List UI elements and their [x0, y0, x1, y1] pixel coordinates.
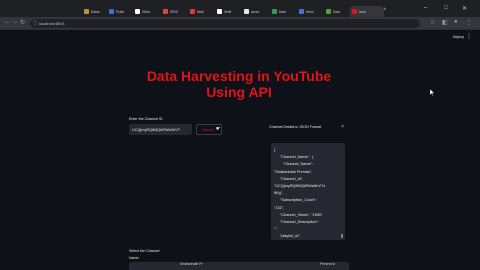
tab-favicon-icon — [109, 9, 114, 14]
panel-title: Channel Details in JSON Format — [269, 125, 322, 129]
json-line: "Channel_Id": — [280, 176, 304, 181]
tab-label: Heroi — [306, 9, 314, 14]
channel-id-input[interactable]: UCQjmyRQ8MQkRWsNhVT — [129, 124, 192, 135]
browser-toolbar: ← → ↻ ⓘ localhost:8501 ☆ ◧ ● ⋮ — [0, 17, 480, 30]
json-line: "132", — [274, 205, 285, 210]
deploy-button[interactable]: Deploy — [453, 35, 464, 39]
json-line: 6Kg", — [274, 191, 284, 196]
tab-favicon-icon — [299, 9, 304, 14]
tab-favicon-icon — [217, 9, 222, 14]
mouse-pointer-icon — [430, 89, 435, 96]
selected-channel-value: Shabarinath Pr — [180, 262, 203, 266]
json-line: "", — [274, 227, 278, 232]
browser-window: + – □ ✕ Datab Pytho GitHu DROI Multi Verifi ac… — [0, 0, 480, 270]
tab-10[interactable]: local — [350, 6, 384, 17]
tab-label: Verifi — [224, 9, 232, 14]
tab-favicon-icon — [352, 9, 357, 14]
tab-label: DROI — [170, 9, 178, 14]
app-menu-icon[interactable]: ⋮ — [466, 33, 472, 40]
tab-label: GitHu — [142, 9, 151, 14]
screenshot-frame: + – □ ✕ Datab Pytho GitHu DROI Multi Verifi ac… — [0, 0, 480, 270]
close-icon[interactable]: × — [341, 124, 344, 130]
address-bar[interactable]: ⓘ localhost:8501 — [30, 19, 420, 28]
present-in-text: Present in — [320, 262, 336, 266]
channel-details-panel: Channel Details in JSON Format × { "Chann… — [265, 121, 349, 243]
tab-label: local — [359, 9, 366, 14]
json-viewer[interactable]: { "Channel_Name" : { "Channel_Name": "Shaba… — [271, 143, 345, 240]
tab-favicon-icon — [190, 9, 195, 14]
select-channel-label: Select the Channel — [129, 249, 160, 253]
channel-id-value: UCQjmyRQ8MQkRWsNhVT — [132, 127, 181, 132]
star-icon[interactable]: ☆ — [430, 19, 435, 26]
tab-label: Dash — [333, 9, 341, 14]
browser-menu-icon[interactable]: ⋮ — [466, 19, 472, 26]
tab-favicon-icon — [272, 9, 277, 14]
reload-icon[interactable]: ↻ — [20, 19, 25, 26]
json-line: { — [274, 148, 276, 152]
json-line: "Channel_Name" : { — [280, 155, 314, 160]
json-line: "Subscription_Count": — [280, 198, 317, 203]
json-line: "playlist_id": — [280, 234, 301, 239]
tab-strip: + – □ ✕ Datab Pytho GitHu DROI Multi Verifi ac… — [0, 0, 480, 17]
minimize-button[interactable]: – — [424, 5, 427, 11]
page-title: Data Harvesting in YouTube Using API — [128, 68, 350, 100]
tab-label: acces — [251, 9, 260, 14]
hand-cursor-icon: ☛ — [216, 126, 221, 132]
tab-favicon-icon — [163, 9, 168, 14]
json-line: "Channel_Name": — [283, 162, 314, 167]
json-line: "Channel_Description": — [280, 220, 319, 224]
json-line: "UCQjmyRQ8MQkRWsNhVTz — [274, 184, 326, 188]
tab-favicon-icon — [135, 9, 140, 14]
json-line: "Shabarinath Premlal", — [274, 169, 313, 174]
maximize-button[interactable]: □ — [444, 5, 448, 11]
tab-favicon-icon — [244, 9, 249, 14]
profile-icon[interactable]: ● — [454, 19, 458, 25]
select-channel-sublabel: Name — [129, 256, 139, 260]
search-button-label: Search — [202, 128, 214, 132]
json-line: "Channel_Views": "1890", — [280, 212, 324, 217]
tab-label: Pytho — [116, 9, 125, 14]
title-line-2: Using API — [206, 84, 272, 100]
close-window-button[interactable]: ✕ — [462, 5, 467, 12]
tab-favicon-icon — [84, 9, 89, 14]
forward-arrow-icon[interactable]: → — [12, 19, 18, 25]
app-header: Deploy ⋮ — [0, 31, 480, 45]
site-info-icon[interactable]: ⓘ — [33, 20, 38, 26]
extensions-icon[interactable]: ◧ — [442, 19, 448, 26]
json-scrollbar[interactable] — [341, 234, 343, 238]
tab-label: Multi — [197, 9, 204, 14]
title-line-1: Data Harvesting in YouTube — [146, 68, 332, 84]
channel-select[interactable] — [129, 262, 349, 270]
url-text: localhost:8501 — [39, 21, 65, 26]
tab-favicon-icon — [326, 9, 331, 14]
tab-label: Datab — [91, 9, 100, 14]
tab-label: Dash — [279, 9, 287, 14]
back-arrow-icon[interactable]: ← — [4, 19, 10, 25]
channel-id-label: Enter the Channel ID — [129, 117, 163, 121]
